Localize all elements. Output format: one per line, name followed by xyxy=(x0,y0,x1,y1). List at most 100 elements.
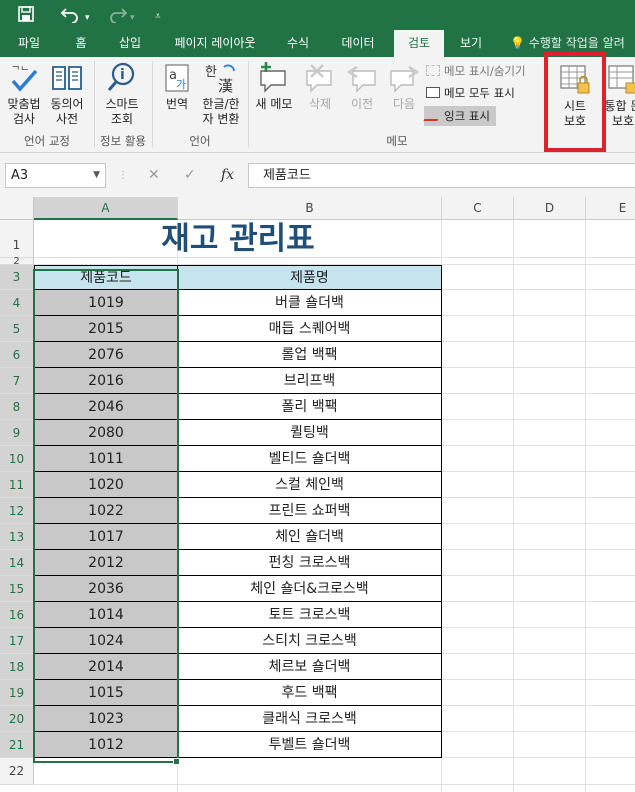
name-box[interactable]: A3 ▼ xyxy=(5,163,106,188)
row-header-14[interactable]: 14 xyxy=(0,550,34,576)
row-header-22[interactable]: 22 xyxy=(0,758,34,785)
ink-icon xyxy=(423,110,443,121)
product-name-cell[interactable]: 브리프백 xyxy=(178,368,442,394)
column-header-a[interactable]: A xyxy=(34,197,178,220)
product-name-cell[interactable]: 스티치 크로스백 xyxy=(178,628,442,654)
tab-formulas[interactable]: 수식 xyxy=(280,30,316,57)
product-name-cell[interactable]: 투벨트 숄더백 xyxy=(178,732,442,758)
row-header-13[interactable]: 13 xyxy=(0,524,34,550)
svg-text:한: 한 xyxy=(205,65,217,80)
title-bar: ▾ ▾ ⩡ xyxy=(0,0,635,30)
save-icon[interactable] xyxy=(17,5,35,28)
tab-file[interactable]: 파일 xyxy=(8,30,50,57)
cancel-icon[interactable]: ✕ xyxy=(148,163,160,188)
smart-lookup-button[interactable]: i 스마트 조회 xyxy=(99,61,145,127)
thesaurus-button[interactable]: 동의어 사전 xyxy=(45,61,89,127)
product-name-cell[interactable]: 펀칭 크로스백 xyxy=(178,550,442,576)
product-name-cell[interactable]: 스컬 체인백 xyxy=(178,472,442,498)
worksheet-grid[interactable]: A B C D E 1 2 3 4 5 6 7 8 9 10 11 12 13 14 15 16 17 18 19 20 21 22… xyxy=(0,197,635,792)
svg-text:가: 가 xyxy=(176,78,186,91)
row-header-19[interactable]: 19 xyxy=(0,680,34,706)
column-header-b[interactable]: B xyxy=(178,197,442,220)
row-header-16[interactable]: 16 xyxy=(0,602,34,628)
row-header-21[interactable]: 21 xyxy=(0,732,34,758)
group-label-proofing: 언어 교정 xyxy=(24,134,70,148)
gridline xyxy=(34,784,635,785)
product-name-cell[interactable]: 체인 숄더&크로스백 xyxy=(178,576,442,602)
spelling-icon: ᄀᄂ xyxy=(11,65,38,92)
product-name-cell[interactable]: 클래식 크로스백 xyxy=(178,706,442,732)
undo-icon[interactable] xyxy=(60,5,82,28)
row-header-1[interactable]: 1 xyxy=(0,220,34,258)
tab-review[interactable]: 검토 xyxy=(394,30,444,57)
product-name-cell[interactable]: 버클 숄더백 xyxy=(178,290,442,316)
customize-qat-icon[interactable]: ⩡ xyxy=(155,7,161,27)
smart-lookup-icon: i xyxy=(107,62,135,91)
book-icon xyxy=(52,66,82,90)
redo-dropdown-icon[interactable]: ▾ xyxy=(130,8,135,28)
header-cell-product-name[interactable]: 제품명 xyxy=(178,265,442,290)
spelling-button[interactable]: ᄀᄂ 맞춤법 검사 xyxy=(4,61,44,127)
next-comment-button[interactable]: 다음 xyxy=(384,61,424,112)
hanja-icon: 한漢 xyxy=(205,64,235,95)
row-header-5[interactable]: 5 xyxy=(0,316,34,342)
product-name-cell[interactable]: 토트 크로스백 xyxy=(178,602,442,628)
product-name-cell[interactable]: 롤업 백팩 xyxy=(178,342,442,368)
delete-comment-icon xyxy=(306,64,332,93)
previous-comment-button[interactable]: 이전 xyxy=(342,61,382,112)
new-comment-button[interactable]: 새 메모 xyxy=(252,61,296,112)
row-header-3[interactable]: 3 xyxy=(0,265,34,290)
tab-view[interactable]: 보기 xyxy=(450,30,492,57)
undo-dropdown-icon[interactable]: ▾ xyxy=(85,8,90,28)
protect-workbook-icon xyxy=(608,65,635,94)
delete-comment-button[interactable]: 삭제 xyxy=(300,61,340,112)
translate-button[interactable]: a가 번역 xyxy=(157,61,197,112)
product-name-cell[interactable]: 벨티드 숄더백 xyxy=(178,446,442,472)
column-header-e[interactable]: E xyxy=(586,197,635,220)
formula-bar-resize-handle[interactable]: ⋮ xyxy=(118,163,128,188)
product-name-cell[interactable]: 퀼팅백 xyxy=(178,420,442,446)
product-name-cell[interactable]: 후드 백팩 xyxy=(178,680,442,706)
row-header-10[interactable]: 10 xyxy=(0,446,34,472)
row-header-17[interactable]: 17 xyxy=(0,628,34,654)
new-comment-icon xyxy=(260,62,286,93)
product-name-cell[interactable]: 폴리 백팩 xyxy=(178,394,442,420)
row-header-15[interactable]: 15 xyxy=(0,576,34,602)
row-header-20[interactable]: 20 xyxy=(0,706,34,732)
tab-home[interactable]: 홈 xyxy=(66,30,96,57)
row-header-18[interactable]: 18 xyxy=(0,654,34,680)
product-name-cell[interactable]: 프린트 쇼퍼백 xyxy=(178,498,442,524)
select-all-corner[interactable] xyxy=(0,197,34,220)
product-name-cell[interactable]: 체르보 숄더백 xyxy=(178,654,442,680)
row-header-6[interactable]: 6 xyxy=(0,342,34,368)
show-all-comments-button[interactable]: 메모 모두 표시 xyxy=(426,83,515,103)
column-header-c[interactable]: C xyxy=(442,197,514,220)
row-header-11[interactable]: 11 xyxy=(0,472,34,498)
redo-icon[interactable] xyxy=(106,5,128,28)
tab-insert[interactable]: 삽입 xyxy=(110,30,150,57)
product-name-cell[interactable]: 체인 숄더백 xyxy=(178,524,442,550)
row-header-2[interactable]: 2 xyxy=(0,257,34,267)
svg-text:ᄀᄂ: ᄀᄂ xyxy=(11,65,29,77)
row-header-8[interactable]: 8 xyxy=(0,394,34,420)
row-header-9[interactable]: 9 xyxy=(0,420,34,446)
formula-input[interactable]: 제품코드 xyxy=(248,163,635,188)
name-box-dropdown-icon[interactable]: ▼ xyxy=(93,164,100,187)
column-header-d[interactable]: D xyxy=(514,197,586,220)
hangul-hanja-convert-button[interactable]: 한漢 한글/한 자 변환 xyxy=(197,61,245,127)
row-header-4[interactable]: 4 xyxy=(0,290,34,316)
sheet-title: 재고 관리표 xyxy=(161,221,315,257)
product-name-cell[interactable]: 매듭 스퀘어백 xyxy=(178,316,442,342)
row-header-7[interactable]: 7 xyxy=(0,368,34,394)
enter-icon[interactable]: ✓ xyxy=(184,163,196,188)
insert-function-icon[interactable]: fx xyxy=(221,163,234,188)
show-hide-comment-button[interactable]: 메모 표시/숨기기 xyxy=(426,61,526,81)
row-header-12[interactable]: 12 xyxy=(0,498,34,524)
ribbon-review: ᄀᄂ 맞춤법 검사 동의어 사전 i 스마트 조회 a가 번역 한漢 한글/한 … xyxy=(0,57,635,153)
tab-page-layout[interactable]: 페이지 레이아웃 xyxy=(163,30,267,57)
tab-data[interactable]: 데이터 xyxy=(330,30,386,57)
highlight-box xyxy=(544,52,606,152)
show-ink-button[interactable]: 잉크 표시 xyxy=(423,106,496,126)
group-label-comments: 메모 xyxy=(386,134,408,148)
fill-handle[interactable] xyxy=(173,758,180,765)
